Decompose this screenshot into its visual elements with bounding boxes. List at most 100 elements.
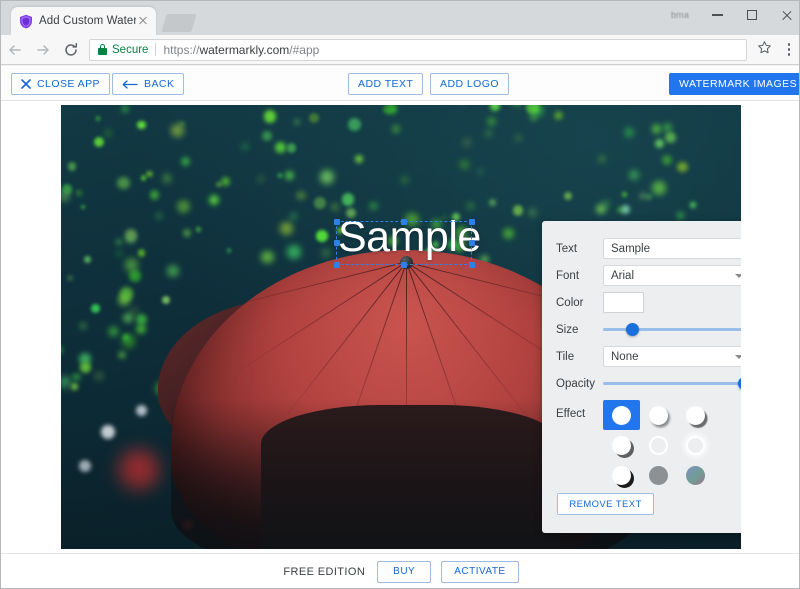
font-select[interactable]: Arial	[603, 265, 741, 286]
effect-long-shadow[interactable]	[603, 430, 640, 460]
color-swatch[interactable]	[603, 292, 644, 313]
tab-title: Add Custom Watermarks	[39, 15, 136, 27]
activate-button[interactable]: ACTIVATE	[441, 561, 518, 583]
effect-long-shadow-dot	[612, 436, 631, 455]
size-slider-thumb[interactable]	[626, 323, 639, 336]
bokeh-dot	[392, 125, 400, 133]
bokeh-dot	[259, 177, 263, 181]
remove-text-label: REMOVE TEXT	[569, 499, 641, 510]
remove-text-button[interactable]: REMOVE TEXT	[557, 493, 654, 515]
bokeh-dot	[677, 162, 687, 172]
color-row: Color	[556, 289, 741, 316]
new-tab-button[interactable]	[161, 14, 197, 32]
effect-plain-dot	[612, 406, 631, 425]
bokeh-dot	[101, 425, 115, 439]
bokeh-dot	[309, 113, 319, 123]
bokeh-dot	[314, 197, 326, 209]
activate-label: ACTIVATE	[454, 566, 505, 577]
bokeh-dot	[141, 175, 146, 180]
bokeh-dot	[136, 314, 147, 325]
bokeh-dot	[76, 190, 82, 196]
watermark-images-button[interactable]: WATERMARK IMAGES	[669, 73, 800, 95]
watermark-settings-panel: Text Sample Font Arial Color Size	[542, 221, 741, 533]
effect-duotone-dot	[686, 466, 705, 485]
effect-drop-shadow[interactable]	[677, 400, 714, 430]
effect-soft-shadow[interactable]	[640, 400, 677, 430]
effect-row: Effect	[556, 400, 741, 490]
bokeh-dot	[117, 251, 121, 255]
window-user-label[interactable]: bma	[659, 7, 701, 23]
resize-handle-sw[interactable]	[334, 262, 340, 268]
text-row: Text Sample	[556, 235, 741, 262]
effect-hard-shadow-dot	[612, 466, 631, 485]
add-text-label: ADD TEXT	[358, 78, 413, 90]
bokeh-dot	[264, 110, 277, 123]
resize-handle-ne[interactable]	[469, 219, 475, 225]
watermark-selection-box[interactable]	[336, 221, 472, 265]
bokeh-dot	[665, 132, 676, 143]
opacity-slider[interactable]	[603, 377, 741, 391]
maximize-icon	[747, 10, 757, 20]
effect-glow[interactable]	[677, 430, 714, 460]
bokeh-dot	[513, 205, 524, 216]
bokeh-dot	[72, 373, 80, 381]
bokeh-dot	[621, 205, 630, 214]
url-path: /#app	[289, 43, 319, 57]
bokeh-dot	[261, 251, 273, 263]
reload-button[interactable]	[57, 36, 85, 64]
font-value: Arial	[611, 270, 634, 282]
resize-handle-s[interactable]	[401, 262, 407, 268]
bokeh-dot	[370, 203, 376, 209]
browser-tab[interactable]: Add Custom Watermarks	[11, 7, 156, 35]
effect-gray[interactable]	[640, 460, 677, 490]
lock-icon	[98, 44, 107, 55]
url-scheme: https://	[163, 43, 199, 57]
resize-handle-e[interactable]	[469, 240, 475, 246]
tile-select[interactable]: None	[603, 346, 741, 367]
bokeh-dot	[105, 130, 111, 136]
back-button[interactable]	[1, 36, 29, 64]
umbrella-lower-body	[261, 405, 561, 549]
chevron-down-icon	[735, 355, 741, 359]
effect-plain[interactable]	[603, 400, 640, 430]
opacity-slider-thumb[interactable]	[738, 377, 741, 390]
resize-handle-w[interactable]	[334, 240, 340, 246]
text-input[interactable]: Sample	[603, 238, 741, 259]
bokeh-dot	[280, 222, 292, 234]
tile-label: Tile	[556, 351, 603, 363]
size-slider[interactable]	[603, 323, 741, 337]
effect-hard-shadow[interactable]	[603, 460, 640, 490]
resize-handle-se[interactable]	[469, 262, 475, 268]
add-logo-button[interactable]: ADD LOGO	[430, 73, 509, 95]
bokeh-dot	[640, 193, 646, 199]
bokeh-dot	[529, 209, 535, 215]
tab-close-icon[interactable]	[136, 14, 150, 28]
forward-button[interactable]	[29, 36, 57, 64]
kebab-menu-icon	[788, 43, 791, 46]
bokeh-dot	[516, 136, 520, 140]
tile-value: None	[611, 351, 639, 363]
bokeh-dot	[227, 248, 232, 253]
omnibox-bar: Secure https://watermarkly.com/#app	[1, 35, 800, 65]
address-bar[interactable]: Secure https://watermarkly.com/#app	[89, 39, 747, 61]
buy-label: BUY	[393, 566, 415, 577]
effect-drop-shadow-dot	[686, 406, 705, 425]
close-app-button[interactable]: CLOSE APP	[11, 73, 110, 95]
back-button-app[interactable]: BACK	[112, 73, 184, 95]
bokeh-dot	[71, 383, 78, 390]
bookmark-button[interactable]	[751, 36, 777, 64]
buy-button[interactable]: BUY	[377, 561, 431, 583]
address-divider	[155, 43, 156, 56]
effect-outline[interactable]	[640, 430, 677, 460]
resize-handle-nw[interactable]	[334, 219, 340, 225]
add-text-button[interactable]: ADD TEXT	[348, 73, 423, 95]
effect-duotone[interactable]	[677, 460, 714, 490]
photo-canvas[interactable]: Sample Text Sample Font	[61, 105, 741, 549]
bokeh-dot	[296, 191, 306, 201]
bokeh-dot	[177, 200, 190, 213]
bokeh-dot	[68, 162, 77, 171]
resize-handle-n[interactable]	[401, 219, 407, 225]
browser-menu-button[interactable]	[777, 36, 800, 64]
window-close-button[interactable]	[766, 1, 800, 29]
bokeh-dot	[120, 287, 133, 300]
